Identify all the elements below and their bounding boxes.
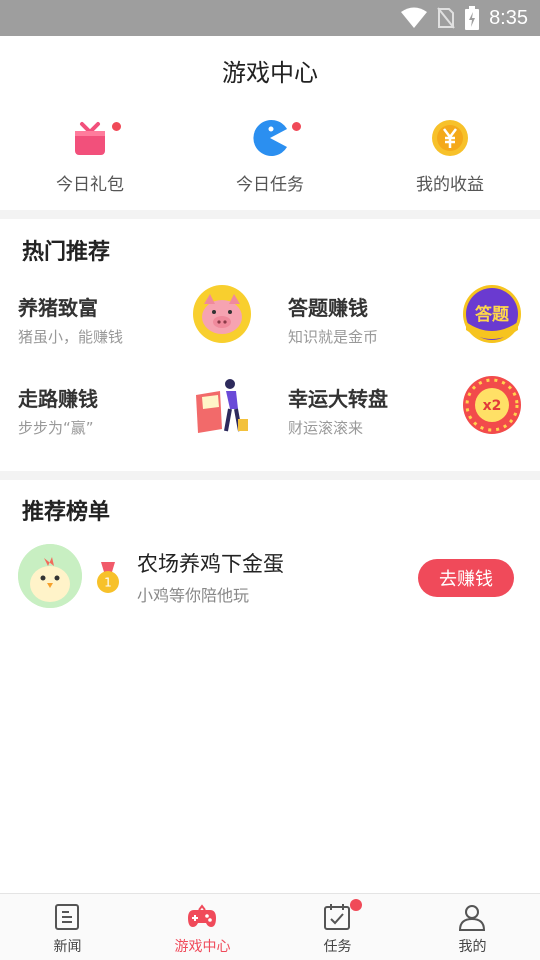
pig-icon	[193, 285, 251, 343]
game-card-title: 幸运大转盘	[288, 387, 388, 411]
pacman-icon	[253, 120, 287, 156]
rank-number: 1	[104, 576, 112, 590]
quick-action-my-earnings[interactable]: 我的收益	[360, 112, 540, 208]
game-card-walk[interactable]: 走路赚钱 步步为“赢”	[0, 371, 270, 461]
status-time: 8:35	[489, 6, 528, 29]
battery-charging-icon	[465, 6, 480, 30]
nav-item-label: 新闻	[53, 939, 82, 955]
game-card-lucky-wheel[interactable]: 幸运大转盘 财运滚滚来 x2	[270, 371, 540, 461]
rank-section-title: 推荐榜单	[22, 500, 111, 525]
nav-item-label: 我的	[458, 939, 487, 955]
quick-action-daily-gift[interactable]: 今日礼包	[0, 112, 180, 208]
gift-icon	[75, 122, 105, 155]
nav-item-me[interactable]: 我的	[405, 894, 540, 960]
section-divider	[0, 210, 540, 219]
game-card-subtitle: 步步为“赢”	[18, 419, 94, 437]
notification-badge	[290, 120, 303, 133]
lucky-wheel-icon: x2	[463, 376, 521, 434]
wifi-icon	[401, 7, 428, 28]
quick-actions: 今日礼包 今日任务 我的收益	[0, 112, 540, 208]
status-icons: 8:35	[401, 0, 528, 36]
quick-action-label: 今日礼包	[56, 175, 124, 195]
game-card-title: 走路赚钱	[18, 387, 98, 411]
nav-item-news[interactable]: 新闻	[0, 894, 135, 960]
quick-action-label: 我的收益	[416, 175, 484, 195]
rank-item-title: 农场养鸡下金蛋	[137, 552, 284, 576]
earn-button[interactable]: 去赚钱	[418, 559, 514, 597]
header: 游戏中心	[0, 36, 540, 104]
news-icon	[55, 904, 79, 930]
game-card-subtitle: 知识就是金币	[288, 328, 379, 346]
quick-action-label: 今日任务	[236, 175, 304, 195]
hot-section-title: 热门推荐	[22, 240, 111, 265]
nav-item-tasks[interactable]: 任务	[270, 894, 405, 960]
quiz-badge-text: 答题	[475, 304, 510, 325]
section-divider	[0, 471, 540, 480]
nav-item-label: 任务	[323, 939, 352, 955]
chick-icon	[18, 544, 82, 608]
quiz-badge-icon: 答题	[463, 285, 521, 343]
wheel-multiplier-text: x2	[483, 398, 502, 414]
game-card-subtitle: 财运滚滚来	[288, 419, 364, 437]
walking-man-icon	[196, 379, 248, 433]
rank-item-subtitle: 小鸡等你陪他玩	[137, 586, 250, 605]
bottom-nav: 新闻 游戏中心 任务 我的	[0, 893, 540, 960]
task-calendar-icon	[324, 904, 350, 930]
notification-badge	[110, 120, 123, 133]
gamepad-icon	[188, 904, 216, 927]
game-card-title: 养猪致富	[18, 296, 98, 320]
notification-badge	[350, 899, 362, 911]
nav-item-game-center[interactable]: 游戏中心	[135, 894, 270, 960]
rank-medal-icon: 1	[97, 562, 119, 593]
game-card-title: 答题赚钱	[288, 296, 368, 320]
no-sim-icon	[437, 7, 455, 29]
game-card-pig[interactable]: 养猪致富 猪虽小，能赚钱	[0, 280, 270, 370]
status-bar: 8:35	[0, 0, 540, 36]
game-card-quiz[interactable]: 答题赚钱 知识就是金币 答题	[270, 280, 540, 370]
quick-action-daily-task[interactable]: 今日任务	[180, 112, 360, 208]
yuan-coin-icon	[432, 120, 468, 156]
page-title: 游戏中心	[222, 58, 318, 87]
person-icon	[458, 905, 486, 931]
game-card-subtitle: 猪虽小，能赚钱	[18, 328, 124, 346]
rank-list-item[interactable]: 1 农场养鸡下金蛋 小鸡等你陪他玩 去赚钱	[0, 540, 540, 616]
nav-item-label: 游戏中心	[174, 939, 231, 955]
game-avatar	[18, 544, 82, 608]
